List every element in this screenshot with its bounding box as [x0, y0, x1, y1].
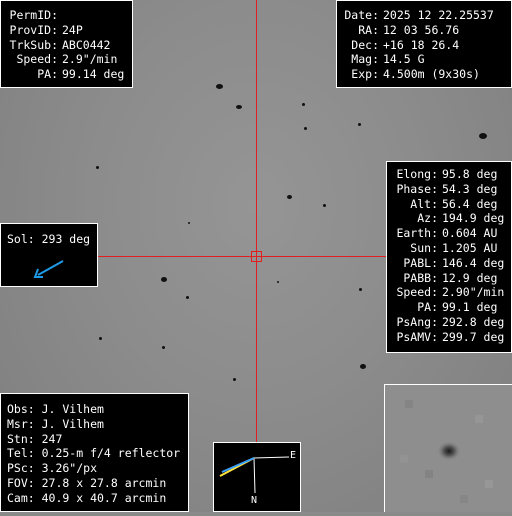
row-label: PsAMV: [396, 329, 438, 344]
target-marker-icon [251, 251, 262, 262]
date-row: Date: 2025 12 22.25537 [341, 8, 511, 23]
trksub-row: TrkSub: ABC0442 [7, 38, 132, 53]
sun-row: Sun: 1.205 AU [391, 241, 511, 256]
row-value: 2025 12 22.25537 [383, 8, 494, 22]
provid-row: ProvID: 24P [7, 23, 132, 38]
thumbnail-image [385, 385, 512, 512]
earth-row: Earth: 0.604 AU [391, 226, 511, 241]
tel-row: Tel: 0.25-m f/4 reflector [7, 446, 181, 461]
row-value: 0.604 AU [442, 226, 498, 241]
row-value: 299.7 deg [442, 329, 505, 344]
compass-east-label: E [290, 450, 297, 461]
row-label: ProvID: [9, 22, 58, 37]
row-label: RA: [358, 22, 379, 37]
row-label: Sun: [410, 240, 438, 255]
row-label: PA: [417, 300, 438, 315]
row-value: 146.4 deg [442, 255, 505, 270]
row-label: PABL: [403, 255, 438, 270]
row-label: Elong: [396, 167, 438, 181]
phase-row: Phase: 54.3 deg [391, 182, 511, 197]
row-value: 14.5 G [383, 52, 425, 67]
msr-row: Msr: J. Vilhem [7, 416, 104, 431]
observation-panel: Date: 2025 12 22.25537 RA: 12 03 56.76 Dec… [336, 0, 512, 88]
geometry-panel: Elong: 95.8 deg Phase: 54.3 deg Alt: 56.4 d… [386, 161, 512, 353]
pabl-row: PABL: 146.4 deg [391, 256, 511, 271]
row-value: 12 03 56.76 [383, 22, 460, 37]
mag-row: Mag: 14.5 G [341, 52, 511, 67]
fov-row: FOV: 27.8 x 27.8 arcmin [7, 475, 167, 490]
speed-row: Speed: 2.90"/min [391, 285, 511, 300]
permid-row: PermID: [7, 8, 132, 23]
observer-panel: Obs: J. Vilhem Msr: J. Vilhem Stn: 247 T… [0, 393, 189, 512]
sol-label: Sol: 293 deg [7, 232, 91, 246]
row-value: 2.9"/min [62, 52, 118, 67]
pa-row: PA: 99.1 deg [391, 300, 511, 315]
sun-direction-panel: Sol: 293 deg [0, 223, 98, 287]
row-label: Exp: [351, 67, 379, 82]
row-value: ABC0442 [62, 37, 111, 52]
row-label: Speed: [396, 285, 438, 300]
row-label: Mag: [351, 52, 379, 67]
row-label: Date: [344, 8, 379, 22]
row-value: 56.4 deg [442, 196, 498, 211]
row-label: Earth: [396, 226, 438, 241]
row-label: TrkSub: [9, 37, 58, 52]
ra-row: RA: 12 03 56.76 [341, 23, 511, 38]
row-value: 1.205 AU [442, 240, 498, 255]
psang-row: PsAng: 292.8 deg [391, 315, 511, 330]
row-value [58, 8, 62, 23]
az-row: Az: 194.9 deg [391, 211, 511, 226]
elong-row: Elong: 95.8 deg [391, 167, 511, 182]
pa-row: PA: 99.14 deg [7, 67, 132, 82]
row-value: 24P [62, 22, 83, 37]
row-value: 99.1 deg [442, 300, 498, 315]
psc-row: PSc: 3.26"/px [7, 461, 98, 476]
sun-direction-arrow-icon [33, 260, 64, 278]
row-value: 2.90"/min [442, 285, 505, 300]
compass-north-label: N [251, 495, 258, 506]
row-label: Speed: [16, 52, 58, 67]
speed-row: Speed: 2.9"/min [7, 52, 132, 67]
pabb-row: PABB: 12.9 deg [391, 271, 511, 286]
row-value: 4.500m (9x30s) [383, 67, 480, 82]
target-thumbnail [384, 384, 512, 512]
row-value: 12.9 deg [442, 270, 498, 285]
row-value: +16 18 26.4 [383, 37, 460, 52]
row-label: Az: [417, 211, 438, 226]
row-value: 54.3 deg [442, 181, 498, 196]
dec-row: Dec: +16 18 26.4 [341, 38, 511, 53]
row-label: Dec: [351, 37, 379, 52]
alt-row: Alt: 56.4 deg [391, 197, 511, 212]
row-value: 194.9 deg [442, 211, 505, 226]
row-label: Phase: [396, 181, 438, 196]
row-value: 292.8 deg [442, 314, 505, 329]
obs-row: Obs: J. Vilhem [7, 402, 104, 416]
cam-row: Cam: 40.9 x 40.7 arcmin [7, 490, 167, 505]
exp-row: Exp: 4.500m (9x30s) [341, 67, 511, 82]
row-label: Alt: [410, 196, 438, 211]
compass-panel: E N [213, 442, 301, 512]
row-label: PABB: [403, 270, 438, 285]
row-label: PsAng: [396, 314, 438, 329]
object-id-panel: PermID: ProvID: 24P TrkSub: ABC0442 Speed:… [0, 0, 133, 88]
row-label: PermID: [9, 8, 58, 22]
row-value: 99.14 deg [62, 67, 125, 82]
row-label: PA: [37, 67, 58, 82]
stn-row: Stn: 247 [7, 431, 63, 446]
row-value: 95.8 deg [442, 167, 498, 181]
psamv-row: PsAMV: 299.7 deg [391, 330, 511, 345]
